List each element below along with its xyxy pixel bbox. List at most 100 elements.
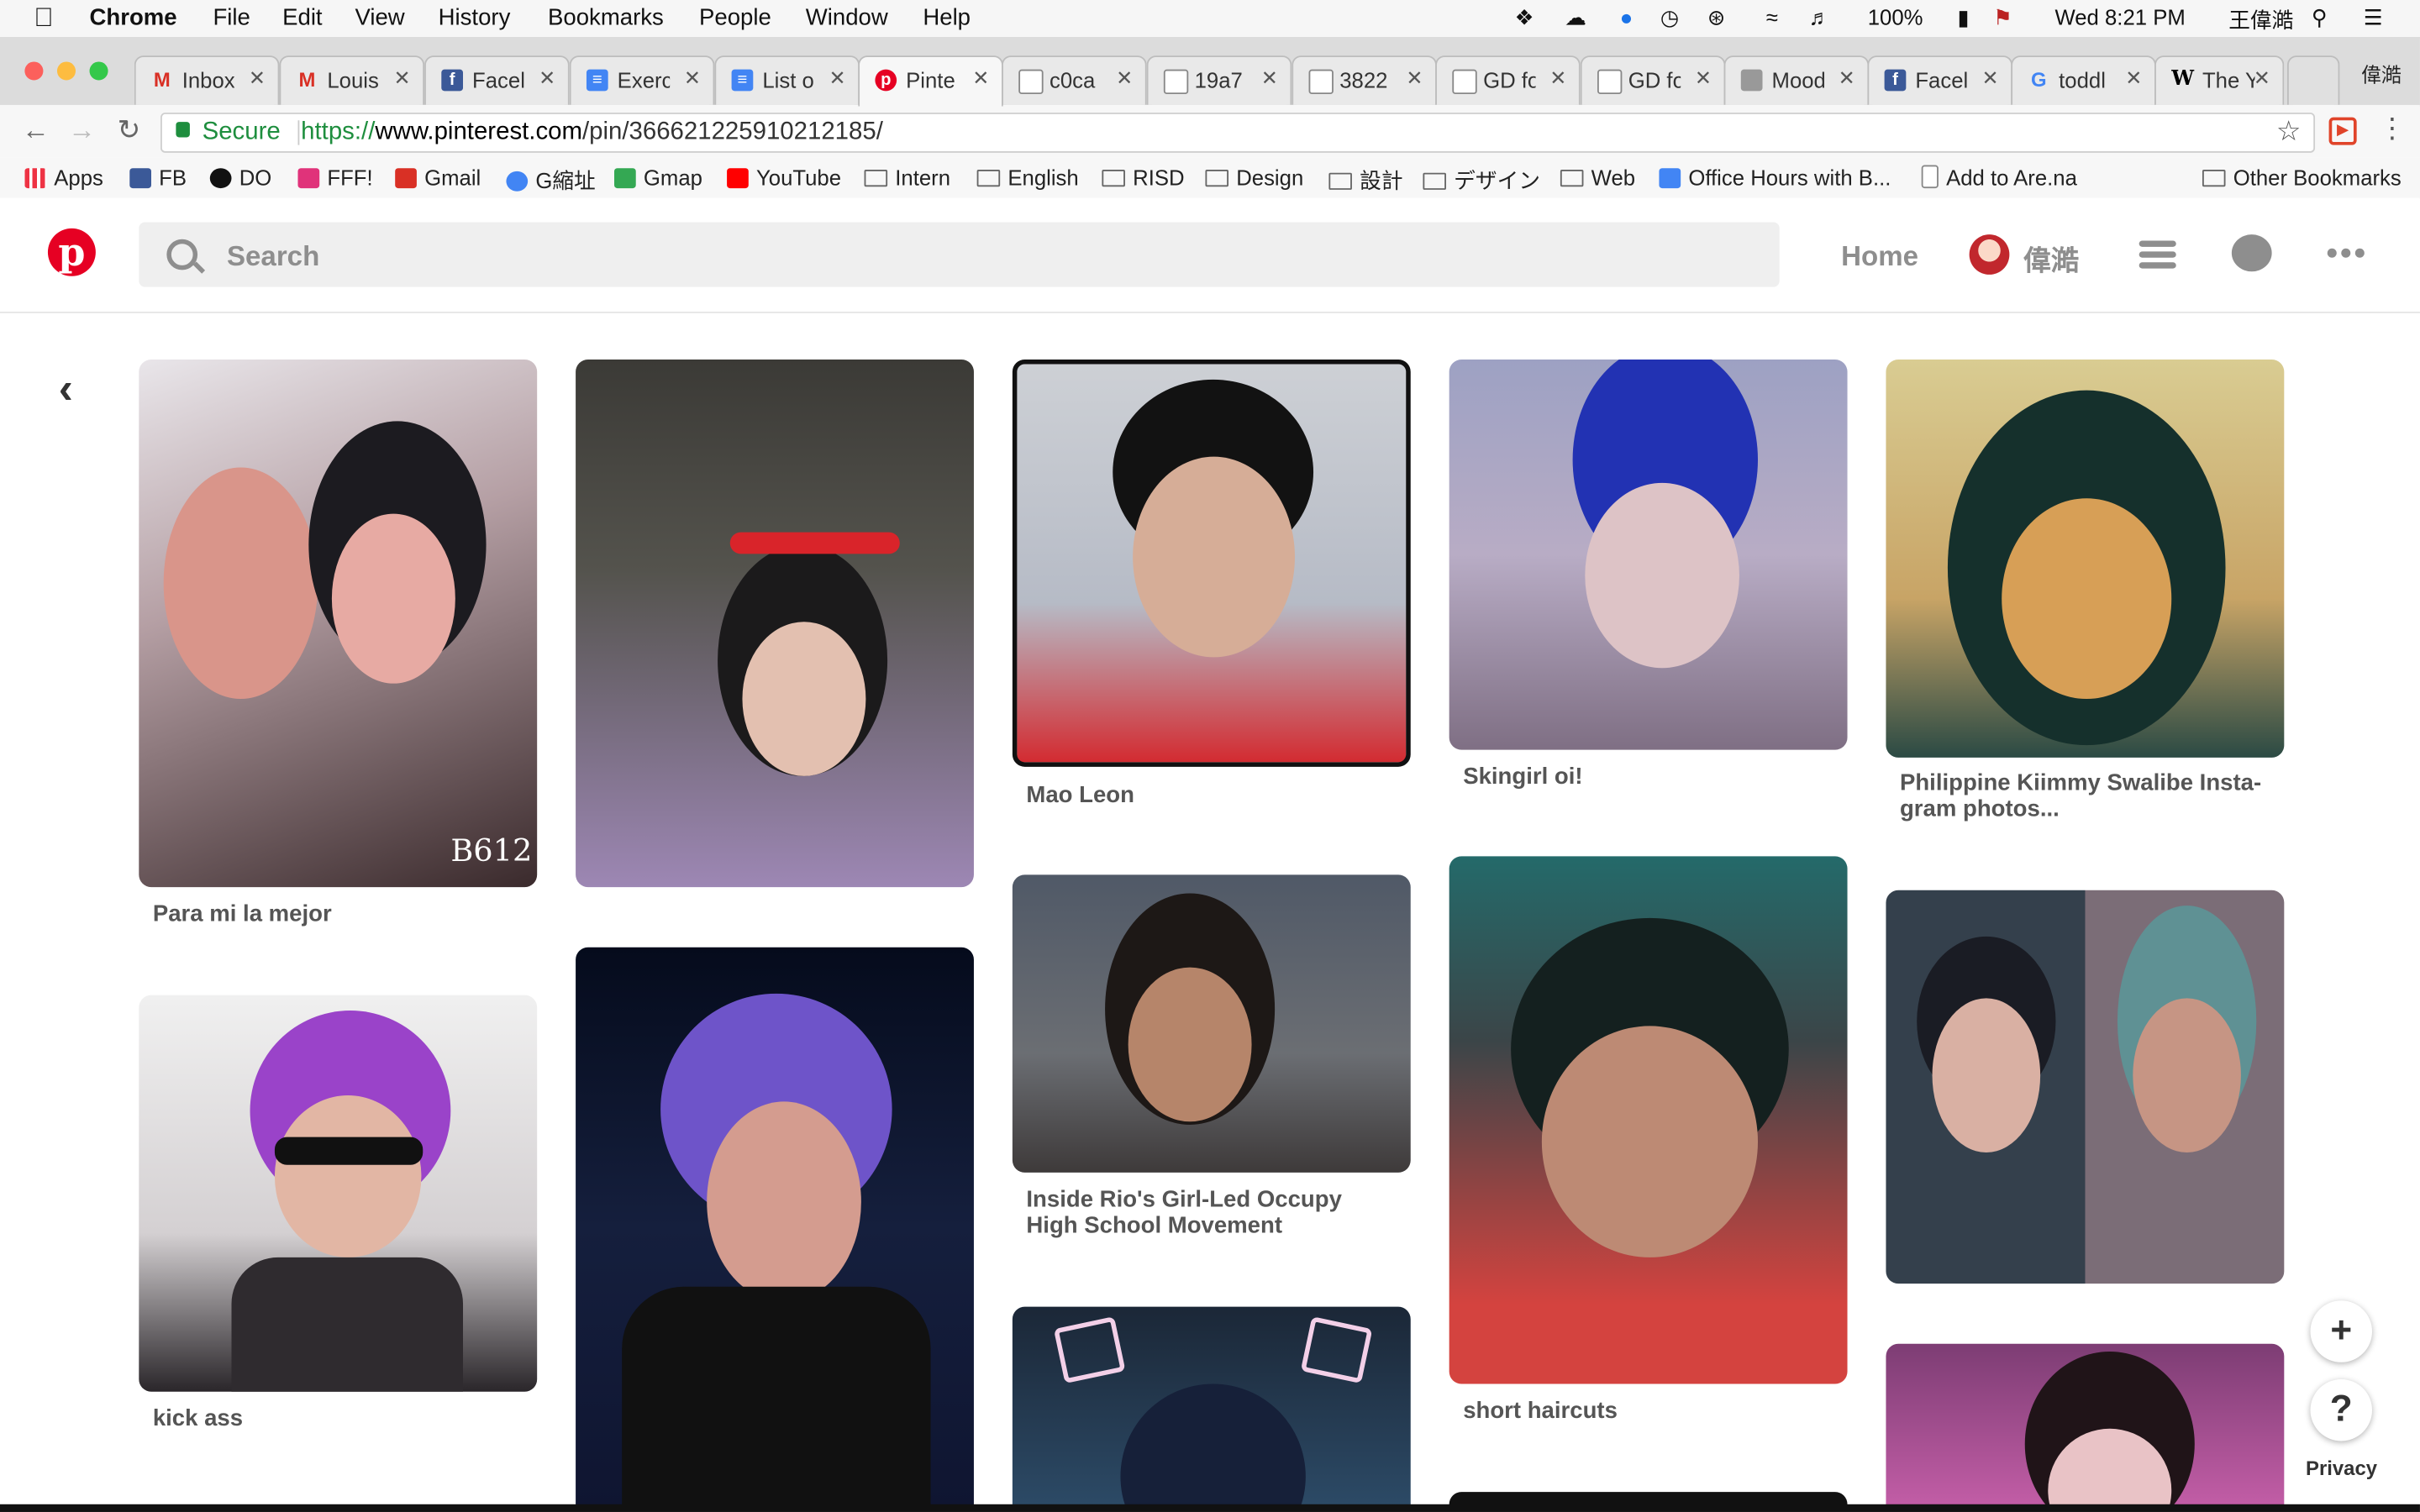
back-arrow-icon[interactable]: ← xyxy=(22,114,50,147)
close-tab-icon[interactable]: ✕ xyxy=(539,66,555,91)
more-icon[interactable] xyxy=(2327,248,2370,258)
pin-image[interactable] xyxy=(1886,1343,2285,1506)
home-button[interactable]: Home xyxy=(1841,241,1918,274)
pin-title[interactable]: Inside Rio's Girl-Led Occupy High School… xyxy=(1026,1186,1397,1238)
reload-icon[interactable]: ↻ xyxy=(118,114,141,147)
close-tab-icon[interactable]: ✕ xyxy=(1981,66,1998,91)
pin-title[interactable]: short haircuts xyxy=(1463,1398,1618,1424)
menu-help[interactable]: Help xyxy=(923,5,971,31)
minimize-window-button[interactable] xyxy=(56,61,76,81)
pinterest-logo-icon[interactable]: p xyxy=(47,228,96,276)
close-window-button[interactable] xyxy=(24,61,44,81)
pin-image[interactable] xyxy=(1886,890,2285,1284)
bookmark-folder-dezain[interactable]: デザイン xyxy=(1423,165,1540,197)
menu-edit[interactable]: Edit xyxy=(282,5,322,31)
tab-pinterest[interactable]: p Pinte ✕ xyxy=(858,55,1003,107)
menubar-clock[interactable]: Wed 8:21 PM xyxy=(2054,5,2185,29)
volume-icon[interactable]: ♬ xyxy=(1809,5,1831,29)
chrome-profile-button[interactable]: 偉澔 xyxy=(2361,59,2402,88)
tab-gd-1[interactable]: GD fo ✕ xyxy=(1435,55,1581,105)
menu-view[interactable]: View xyxy=(355,5,404,31)
pin-image[interactable] xyxy=(576,947,974,1506)
tab-mood[interactable]: Mood ✕ xyxy=(1723,55,1870,105)
close-tab-icon[interactable]: ✕ xyxy=(1549,66,1566,91)
maximize-window-button[interactable] xyxy=(89,61,108,81)
privacy-link[interactable]: Privacy xyxy=(2306,1457,2377,1480)
tab-wikipedia[interactable]: W The Y ✕ xyxy=(2154,55,2285,105)
bookmark-folder-design[interactable]: Design xyxy=(1205,165,1303,190)
chrome-menu-icon[interactable]: ⋮ xyxy=(2378,113,2406,145)
back-chevron-icon[interactable]: ‹ xyxy=(59,364,73,413)
pin-image[interactable] xyxy=(1886,359,2285,758)
input-flag-icon[interactable]: ⚑ xyxy=(1993,5,2012,31)
new-tab-button[interactable] xyxy=(2286,55,2340,105)
battery-percent[interactable]: 100% xyxy=(1868,5,1923,29)
close-tab-icon[interactable]: ✕ xyxy=(1261,66,1278,91)
help-button[interactable]: ? xyxy=(2310,1379,2373,1441)
tab-gd-2[interactable]: GD fo ✕ xyxy=(1580,55,1726,105)
bookmark-gmail[interactable]: Gmail xyxy=(395,165,481,190)
tab-facebook-2[interactable]: f Facel ✕ xyxy=(1867,55,2013,105)
pin-image[interactable] xyxy=(1012,1306,1411,1506)
other-bookmarks[interactable]: Other Bookmarks xyxy=(2202,165,2402,190)
bookmark-do[interactable]: DO xyxy=(209,165,271,190)
spotlight-search-icon[interactable]: ⚲ xyxy=(2312,5,2328,31)
wifi-icon[interactable]: ≈ xyxy=(1766,5,1778,29)
tab-3822[interactable]: 3822 ✕ xyxy=(1292,55,1437,105)
tab-facebook[interactable]: f Facel ✕ xyxy=(424,55,570,105)
bookmark-folder-risd[interactable]: RISD xyxy=(1102,165,1185,190)
pin-title[interactable]: Mao Leon xyxy=(1026,782,1134,808)
bookmark-apps[interactable]: Apps xyxy=(24,165,103,190)
apple-icon[interactable]:  xyxy=(34,3,53,34)
shazam-icon[interactable]: ● xyxy=(1620,5,1634,29)
pin-image[interactable] xyxy=(139,995,538,1392)
notification-center-icon[interactable]: ☰ xyxy=(2364,5,2383,31)
menubar-user[interactable]: 王偉澔 xyxy=(2228,5,2293,36)
bookmark-folder-sheji[interactable]: 設計 xyxy=(1328,165,1403,197)
pin-title[interactable]: Skingirl oi! xyxy=(1463,764,1582,790)
tab-louis[interactable]: M Louis ✕ xyxy=(279,55,425,105)
bookmark-folder-web[interactable]: Web xyxy=(1560,165,1635,190)
creative-cloud-icon[interactable]: ☁ xyxy=(1565,5,1586,31)
close-tab-icon[interactable]: ✕ xyxy=(249,66,266,91)
close-tab-icon[interactable]: ✕ xyxy=(684,66,701,91)
bookmark-youtube[interactable]: YouTube xyxy=(727,165,841,190)
pin-image[interactable] xyxy=(1012,874,1411,1173)
menu-history[interactable]: History xyxy=(439,5,511,31)
bookmark-gshort[interactable]: G縮址 xyxy=(506,165,596,197)
forward-arrow-icon[interactable]: → xyxy=(68,114,96,147)
pin-title[interactable]: Para mi la mejor xyxy=(153,901,332,927)
profile-name[interactable]: 偉澔 xyxy=(2023,239,2079,280)
bookmark-folder-english[interactable]: English xyxy=(976,165,1079,190)
menu-icon[interactable] xyxy=(2139,240,2176,269)
battery-icon[interactable]: ▮ xyxy=(1957,5,1969,31)
close-tab-icon[interactable]: ✕ xyxy=(2125,66,2142,91)
pin-title[interactable]: Philippine Kiimmy Swalibe Insta- gram ph… xyxy=(1900,770,2270,822)
pin-title[interactable]: kick ass xyxy=(153,1405,243,1431)
bookmark-star-icon[interactable]: ☆ xyxy=(2276,116,2302,149)
address-bar[interactable]: Secure https://www.pinterest.com/pin/366… xyxy=(160,113,2316,153)
menu-bookmarks[interactable]: Bookmarks xyxy=(548,5,664,31)
pin-image[interactable] xyxy=(576,359,974,888)
pin-image[interactable] xyxy=(1012,359,1411,767)
search-input[interactable]: Search xyxy=(139,222,1780,287)
bookmark-folder-intern[interactable]: Intern xyxy=(864,165,950,190)
pin-image[interactable] xyxy=(1449,359,1848,750)
pin-image[interactable] xyxy=(1449,856,1848,1384)
close-tab-icon[interactable]: ✕ xyxy=(1695,66,1712,91)
bookmark-arena[interactable]: Add to Are.na xyxy=(1921,165,2077,190)
bookmark-gmap[interactable]: Gmap xyxy=(614,165,702,190)
bluetooth-icon[interactable]: ⊛ xyxy=(1707,5,1726,31)
tab-19a7[interactable]: 19a7 ✕ xyxy=(1146,55,1292,105)
close-tab-icon[interactable]: ✕ xyxy=(394,66,411,91)
extension-icon[interactable]: ▶ xyxy=(2328,117,2357,145)
tab-exercise[interactable]: ≡ Exerc ✕ xyxy=(569,55,715,105)
close-tab-icon[interactable]: ✕ xyxy=(972,66,989,91)
tab-c0ca[interactable]: c0ca ✕ xyxy=(1002,55,1147,105)
menu-people[interactable]: People xyxy=(699,5,771,31)
add-pin-button[interactable]: + xyxy=(2310,1300,2373,1362)
bookmark-fff[interactable]: FFF! xyxy=(297,165,373,190)
menu-file[interactable]: File xyxy=(213,5,250,31)
pin-image[interactable]: B612 xyxy=(139,359,538,888)
avatar[interactable] xyxy=(1969,234,2010,275)
